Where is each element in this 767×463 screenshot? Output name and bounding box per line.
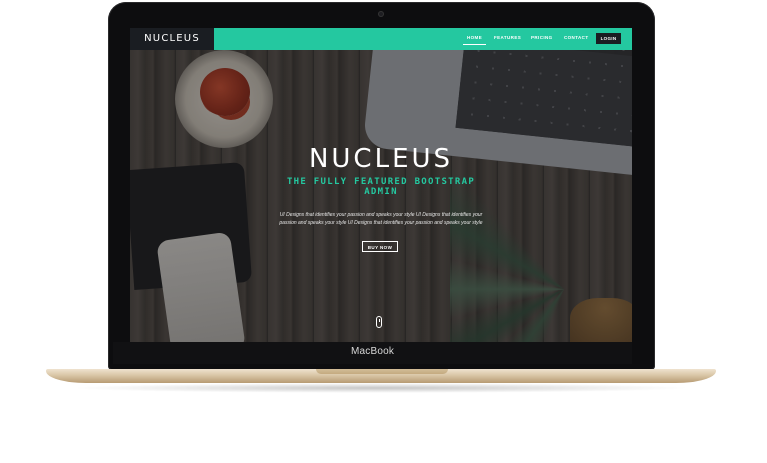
scroll-down-icon[interactable]	[376, 316, 382, 328]
navbar: NUCLEUS HOME FEATURES PRICING CONTACT LO…	[130, 28, 632, 50]
website-screen: NUCLEUS HOME FEATURES PRICING CONTACT LO…	[130, 28, 632, 342]
camera-icon	[378, 11, 384, 17]
buy-now-button[interactable]: BUY NOW	[362, 241, 398, 252]
hero-title: NUCLEUS	[308, 144, 454, 174]
laptop-chin: MacBook	[113, 342, 632, 364]
login-button[interactable]: LOGIN	[596, 33, 621, 44]
laptop-notch	[316, 369, 448, 374]
nav-features[interactable]: FEATURES	[494, 35, 521, 40]
device-label: MacBook	[350, 346, 395, 357]
laptop-shadow	[70, 383, 692, 393]
brand-logo[interactable]: NUCLEUS	[130, 28, 214, 50]
brand-name: NUCLEUS	[144, 33, 200, 44]
hero-subtitle: THE FULLY FEATURED BOOTSTRAP ADMIN	[286, 177, 476, 197]
nav-pricing[interactable]: PRICING	[531, 35, 553, 40]
hero-description: UI Designs that identifies your passion …	[279, 212, 483, 226]
nav-contact[interactable]: CONTACT	[564, 35, 588, 40]
nav-home[interactable]: HOME	[462, 35, 487, 45]
